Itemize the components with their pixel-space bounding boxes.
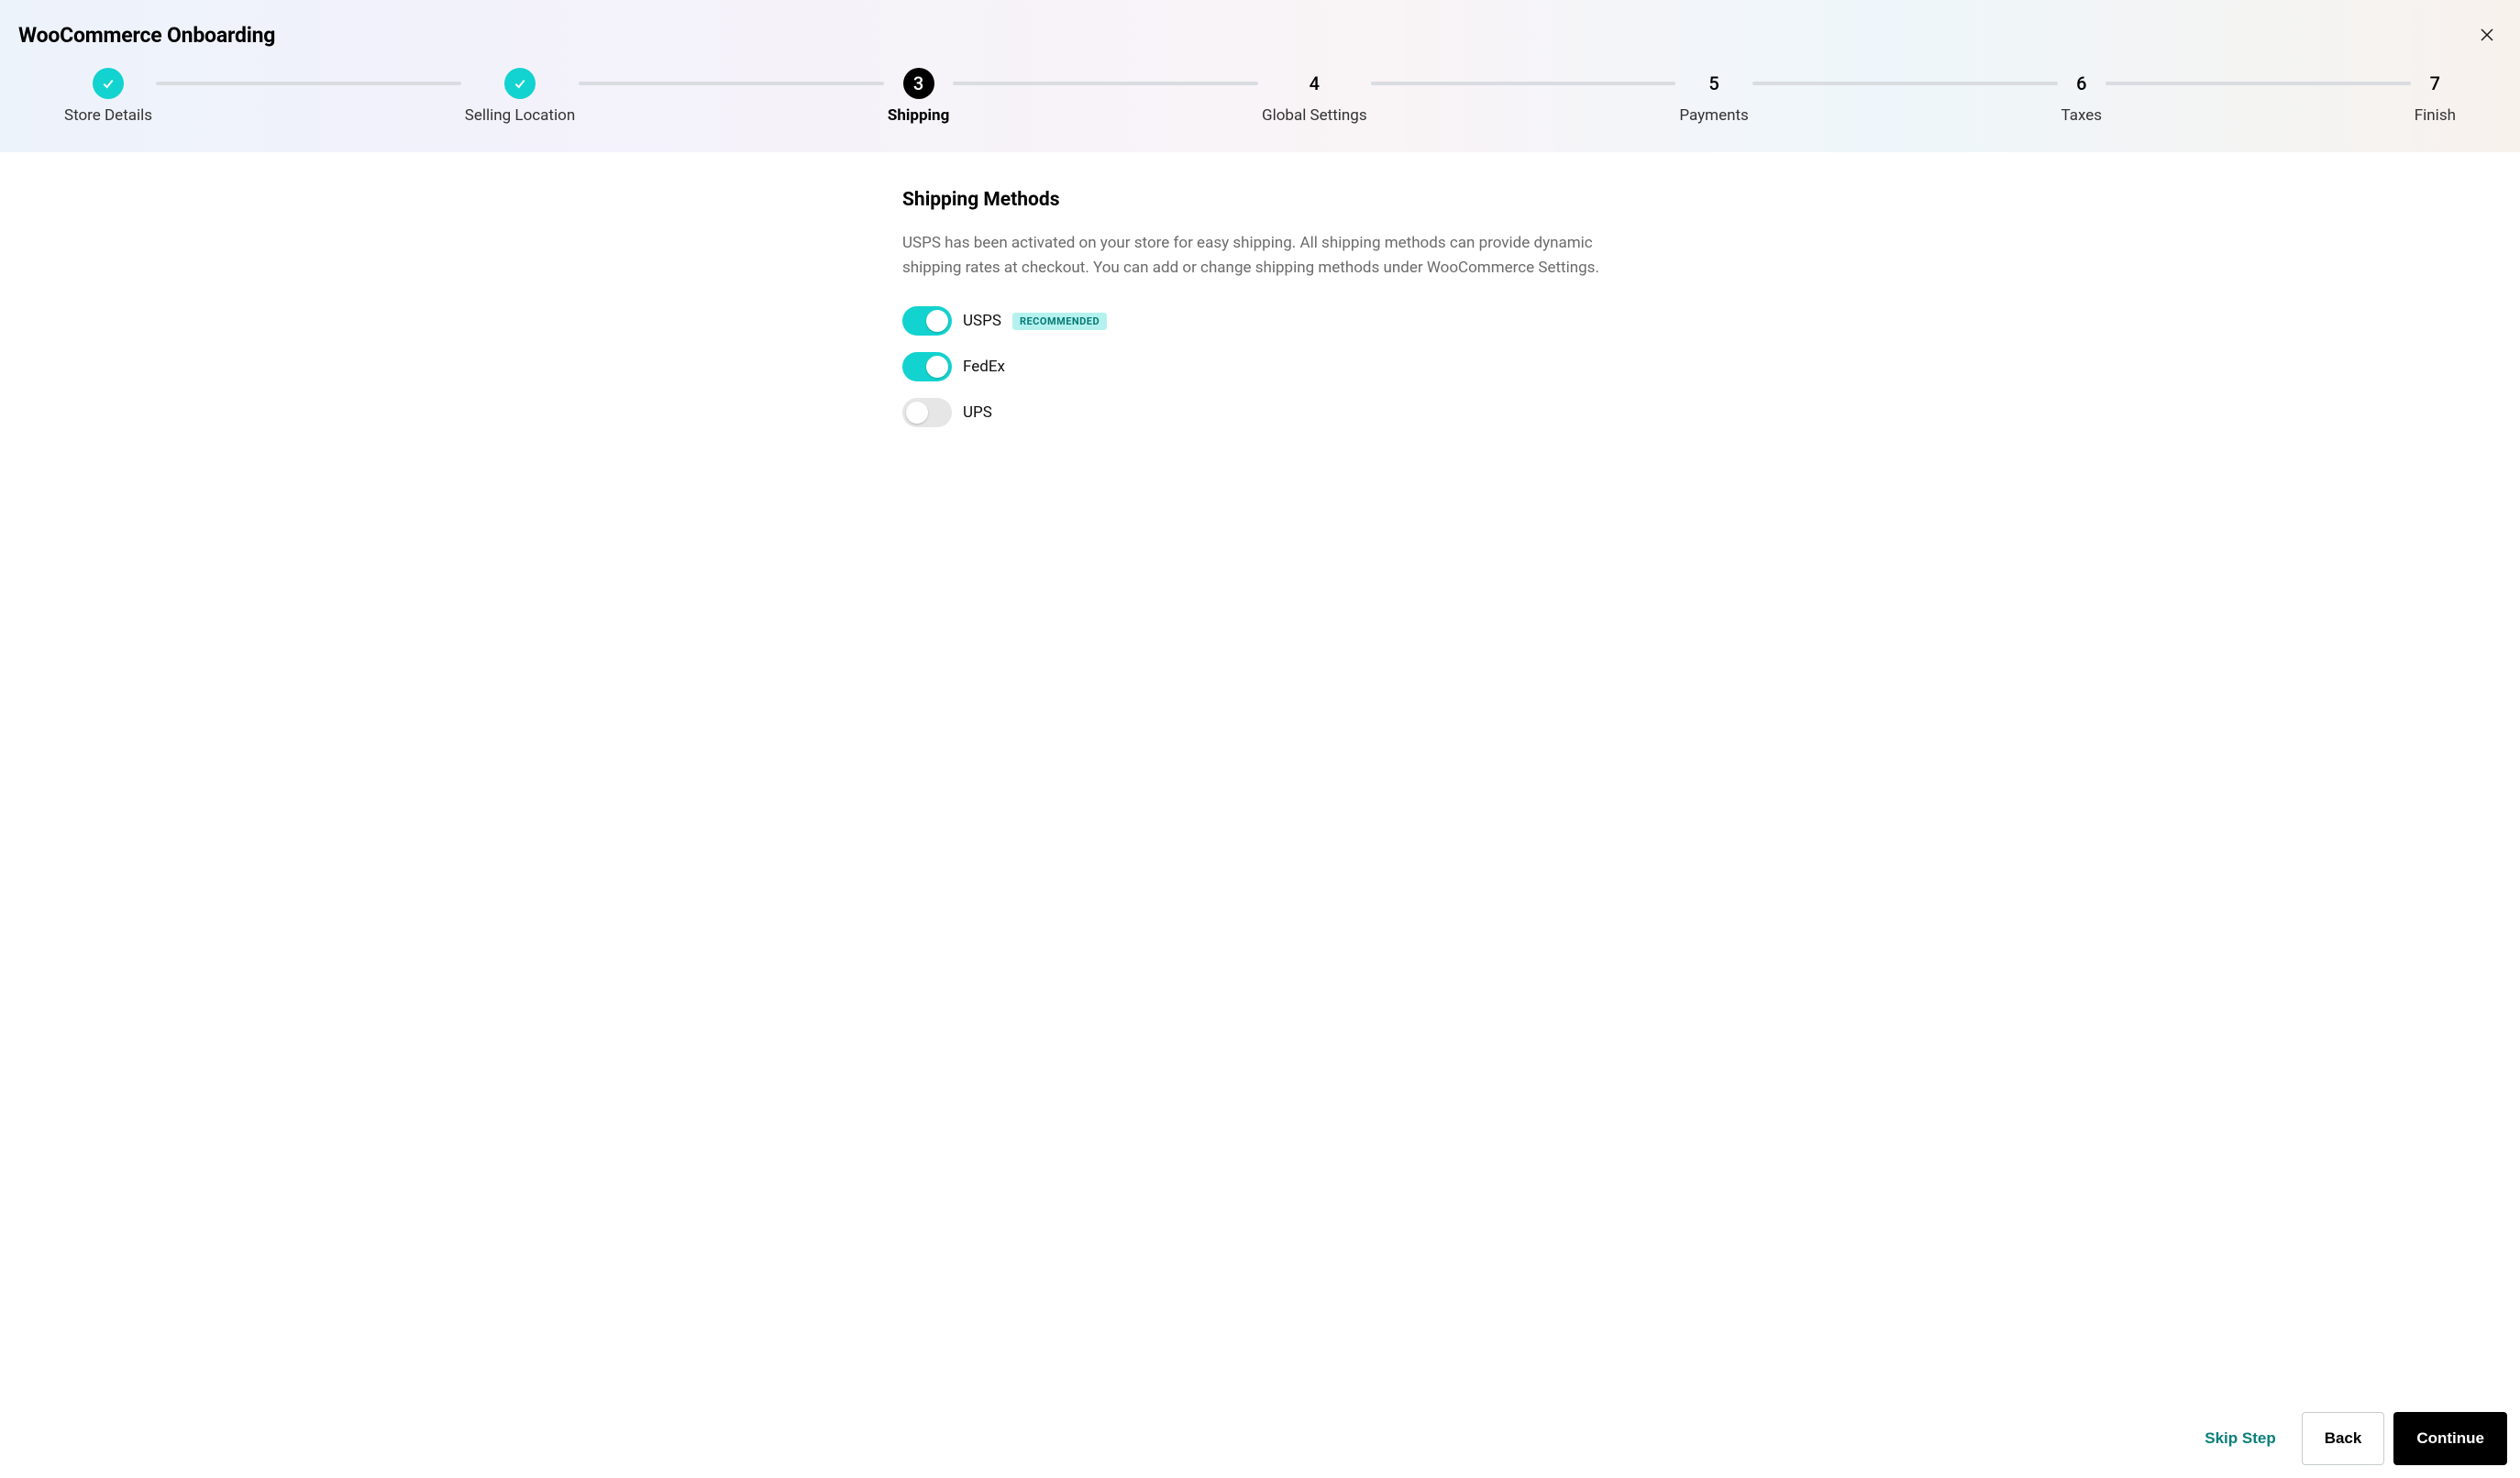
step-shipping[interactable]: 3 Shipping [888, 68, 949, 125]
toggle-ups[interactable] [902, 398, 952, 427]
step-bubble [504, 68, 536, 99]
step-label: Shipping [888, 106, 949, 125]
step-bubble: 5 [1698, 68, 1730, 99]
step-label: Selling Location [465, 106, 575, 125]
section-title: Shipping Methods [902, 189, 1618, 211]
step-bubble: 6 [2066, 68, 2097, 99]
check-icon [513, 76, 527, 91]
toggle-knob [906, 402, 928, 424]
step-connector [2106, 82, 2411, 85]
step-taxes[interactable]: 6 Taxes [2061, 68, 2103, 125]
page-title: WooCommerce Onboarding [18, 23, 275, 48]
step-connector [1371, 82, 1676, 85]
onboarding-header: WooCommerce Onboarding Store Details Sell… [0, 0, 2520, 152]
skip-step-button[interactable]: Skip Step [2188, 1413, 2292, 1464]
step-store-details[interactable]: Store Details [64, 68, 152, 125]
toggle-knob [926, 356, 948, 378]
close-icon [2479, 27, 2495, 43]
step-label: Payments [1679, 106, 1748, 125]
toggle-knob [926, 310, 948, 332]
step-connector [579, 82, 884, 85]
shipping-method-row: FedEx [902, 352, 1618, 381]
footer-actions: Skip Step Back Continue [0, 1403, 2520, 1478]
content: Shipping Methods USPS has been activated… [902, 189, 1618, 1366]
step-label: Global Settings [1262, 106, 1367, 125]
shipping-method-name: UPS [963, 403, 992, 422]
step-bubble: 3 [903, 68, 934, 99]
shipping-method-row: UPS [902, 398, 1618, 427]
shipping-method-name: USPS [963, 312, 1001, 330]
close-button[interactable] [2472, 20, 2502, 50]
toggle-usps[interactable] [902, 306, 952, 336]
check-icon [101, 76, 116, 91]
step-payments[interactable]: 5 Payments [1679, 68, 1748, 125]
step-bubble [93, 68, 124, 99]
step-connector [1752, 82, 2058, 85]
step-label: Finish [2415, 106, 2456, 125]
stepper: Store Details Selling Location 3 Shipping 4 G… [18, 68, 2502, 125]
step-connector [156, 82, 461, 85]
step-label: Taxes [2061, 106, 2103, 125]
step-connector [953, 82, 1258, 85]
shipping-method-name: FedEx [963, 358, 1005, 376]
step-selling-location[interactable]: Selling Location [465, 68, 575, 125]
step-bubble: 4 [1299, 68, 1330, 99]
recommended-badge: RECOMMENDED [1012, 313, 1107, 330]
section-description: USPS has been activated on your store fo… [902, 231, 1618, 281]
shipping-methods-list: USPS RECOMMENDED FedEx UPS [902, 306, 1618, 427]
step-global-settings[interactable]: 4 Global Settings [1262, 68, 1367, 125]
step-finish[interactable]: 7 Finish [2415, 68, 2456, 125]
header-top: WooCommerce Onboarding [18, 20, 2502, 50]
step-label: Store Details [64, 106, 152, 125]
back-button[interactable]: Back [2302, 1412, 2385, 1465]
continue-button[interactable]: Continue [2393, 1412, 2507, 1465]
step-bubble: 7 [2419, 68, 2450, 99]
shipping-method-row: USPS RECOMMENDED [902, 306, 1618, 336]
main-area: Shipping Methods USPS has been activated… [0, 152, 2520, 1403]
toggle-fedex[interactable] [902, 352, 952, 381]
